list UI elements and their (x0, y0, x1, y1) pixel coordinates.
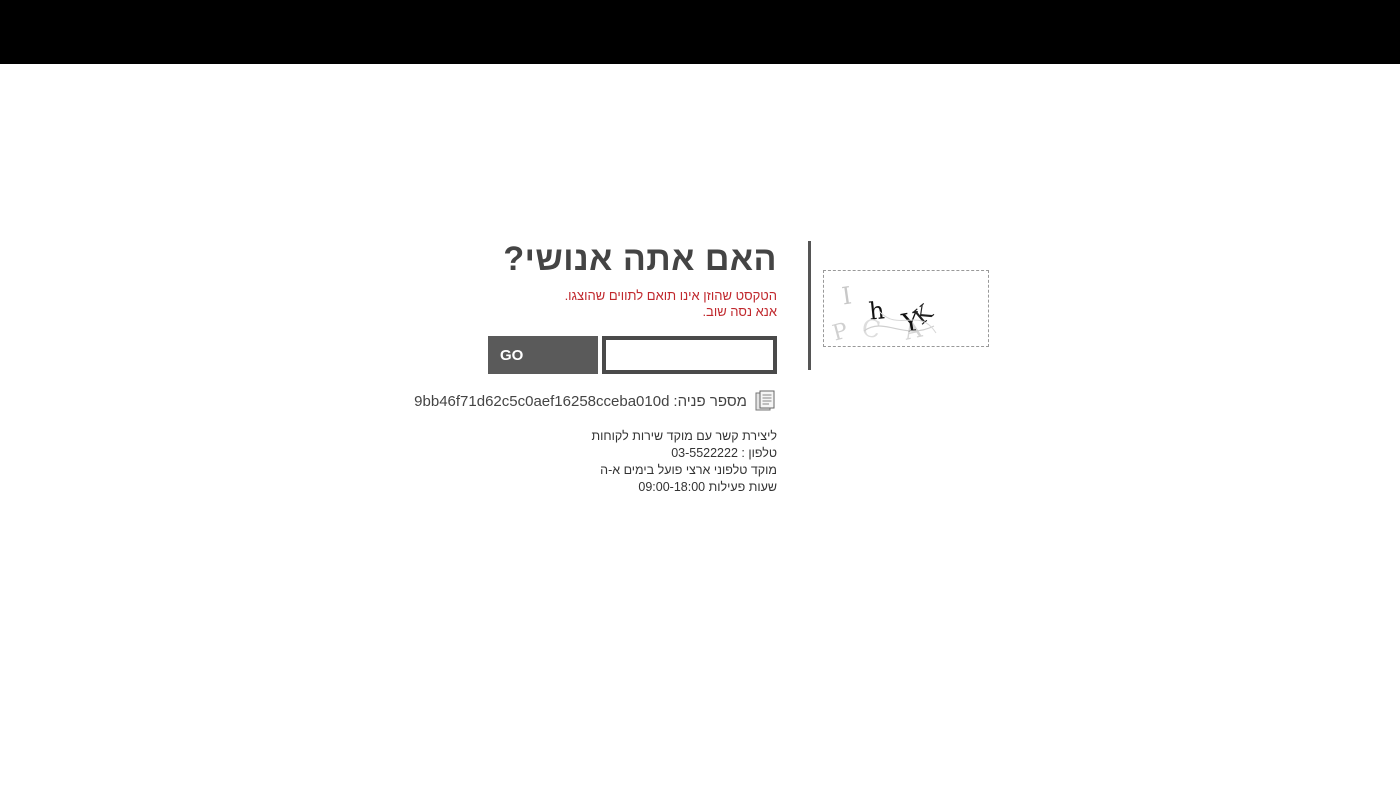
error-message: הטקסט שהוזן אינו תואם לתווים שהוצגו. אנא… (357, 288, 777, 320)
contact-line: שעות פעילות 09:00-18:00 (638, 480, 777, 494)
captcha-input[interactable] (602, 336, 777, 374)
captcha-glyph: I (840, 281, 853, 310)
divider (808, 241, 811, 370)
captcha-glyph: C (860, 313, 883, 344)
top-bar (0, 0, 1400, 64)
error-line-1: הטקסט שהוזן אינו תואם לתווים שהוצגו. (564, 288, 777, 303)
reference-label: מספר פניה: (673, 392, 747, 410)
reference-row: מספר פניה: 9bb46f71d62c5c0aef16258cceba0… (357, 388, 777, 414)
captcha-graphic: I P h C A Y K (830, 281, 938, 346)
page-title: האם אתה אנושי? (503, 240, 777, 278)
reference-value: 9bb46f71d62c5c0aef16258cceba010d (414, 392, 670, 410)
document-icon (755, 390, 775, 411)
captcha-image: I P h C A Y K (823, 270, 989, 347)
captcha-form: GO (357, 336, 777, 374)
contact-info: ליצירת קשר עם מוקד שירות לקוחות טלפון : … (357, 428, 777, 496)
contact-line: מוקד טלפוני ארצי פועל בימים א-ה (600, 463, 777, 477)
contact-line: ליצירת קשר עם מוקד שירות לקוחות (591, 429, 777, 443)
error-line-2: אנא נסה שוב. (702, 304, 777, 319)
captcha-glyph: P (830, 318, 851, 346)
contact-line: טלפון : 03-5522222 (671, 446, 777, 460)
verification-panel: האם אתה אנושי? הטקסט שהוזן אינו תואם לתו… (357, 240, 777, 496)
go-button[interactable]: GO (488, 336, 598, 374)
